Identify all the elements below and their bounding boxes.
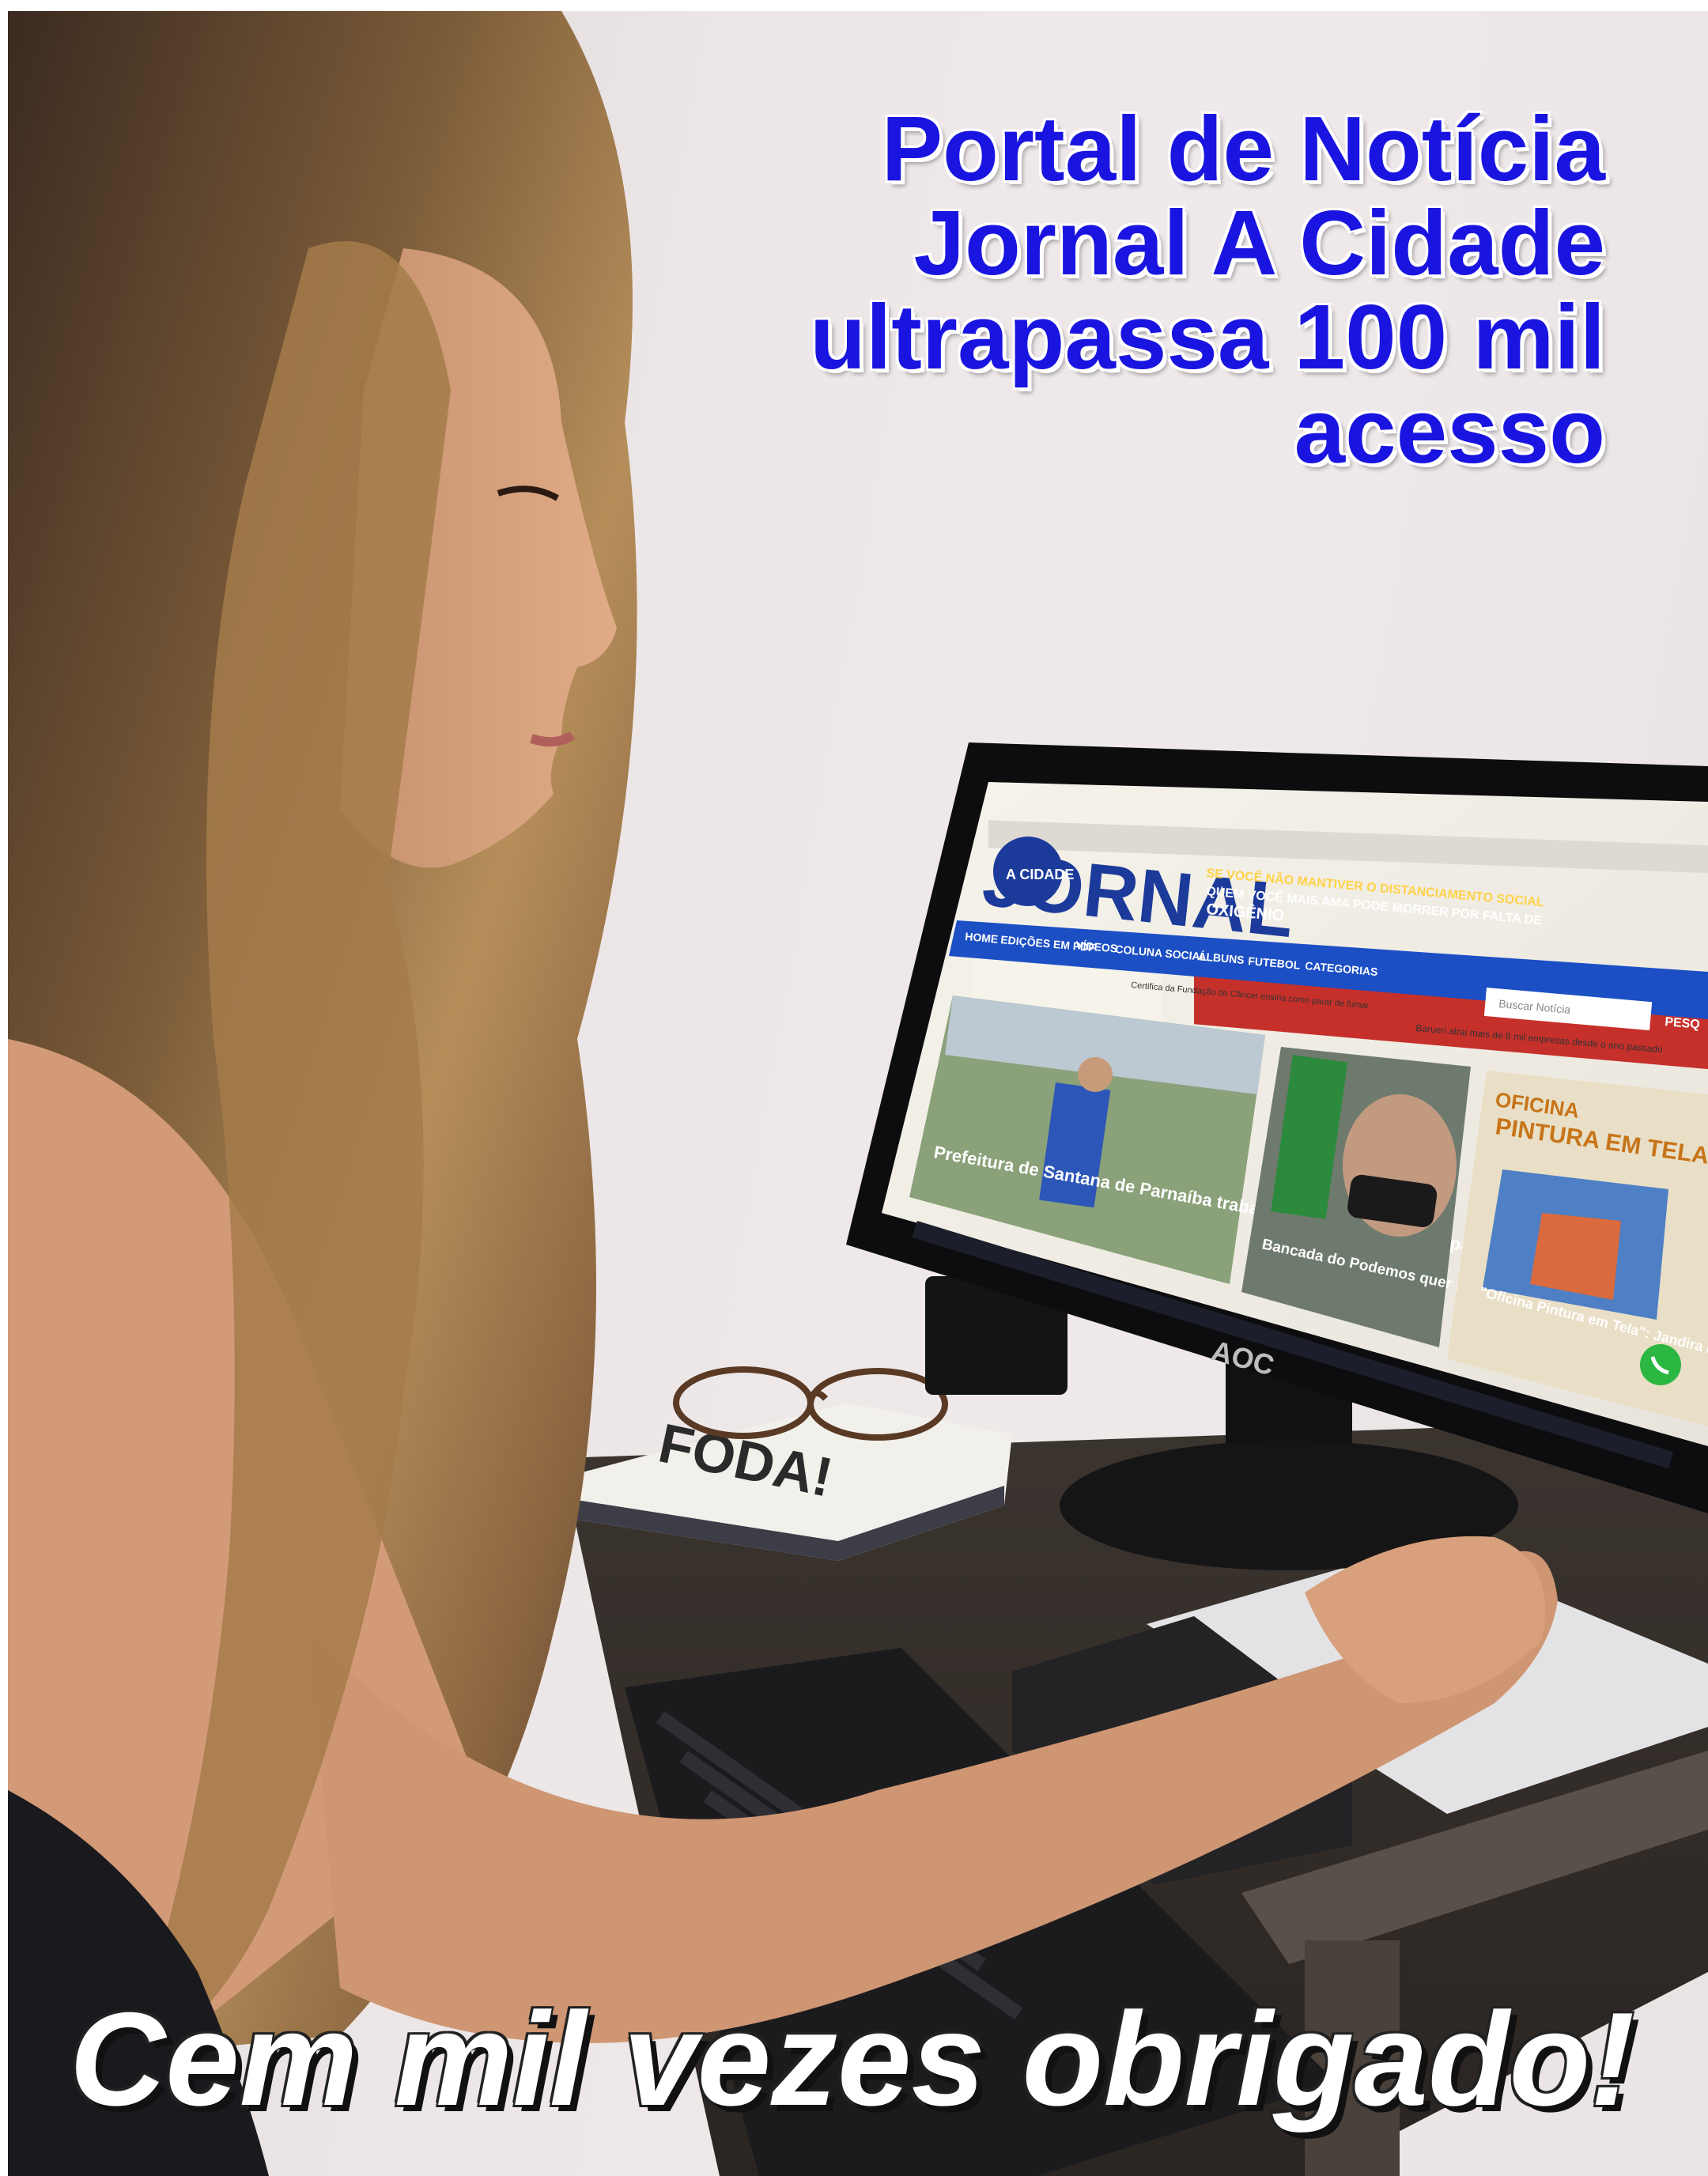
thanks-tagline: Cem mil vezes obrigado! [70, 1985, 1635, 2133]
whatsapp-icon[interactable] [1640, 1344, 1681, 1385]
poster: FODA! AOC JORNAL A CIDADE SE VOCÊ NÃO MA… [8, 11, 1708, 2176]
headline-line-4: acesso [1294, 380, 1605, 482]
story-image-1-head [1078, 1057, 1113, 1092]
headline-line-1: Portal de Notícia [881, 97, 1605, 200]
site-logo-badge-text: A CIDADE [1006, 867, 1074, 882]
headline: Portal de Notícia Jornal A Cidade ultrap… [735, 102, 1605, 478]
headline-line-3: ultrapassa 100 mil [810, 285, 1605, 388]
headline-line-2: Jornal A Cidade [913, 191, 1605, 294]
